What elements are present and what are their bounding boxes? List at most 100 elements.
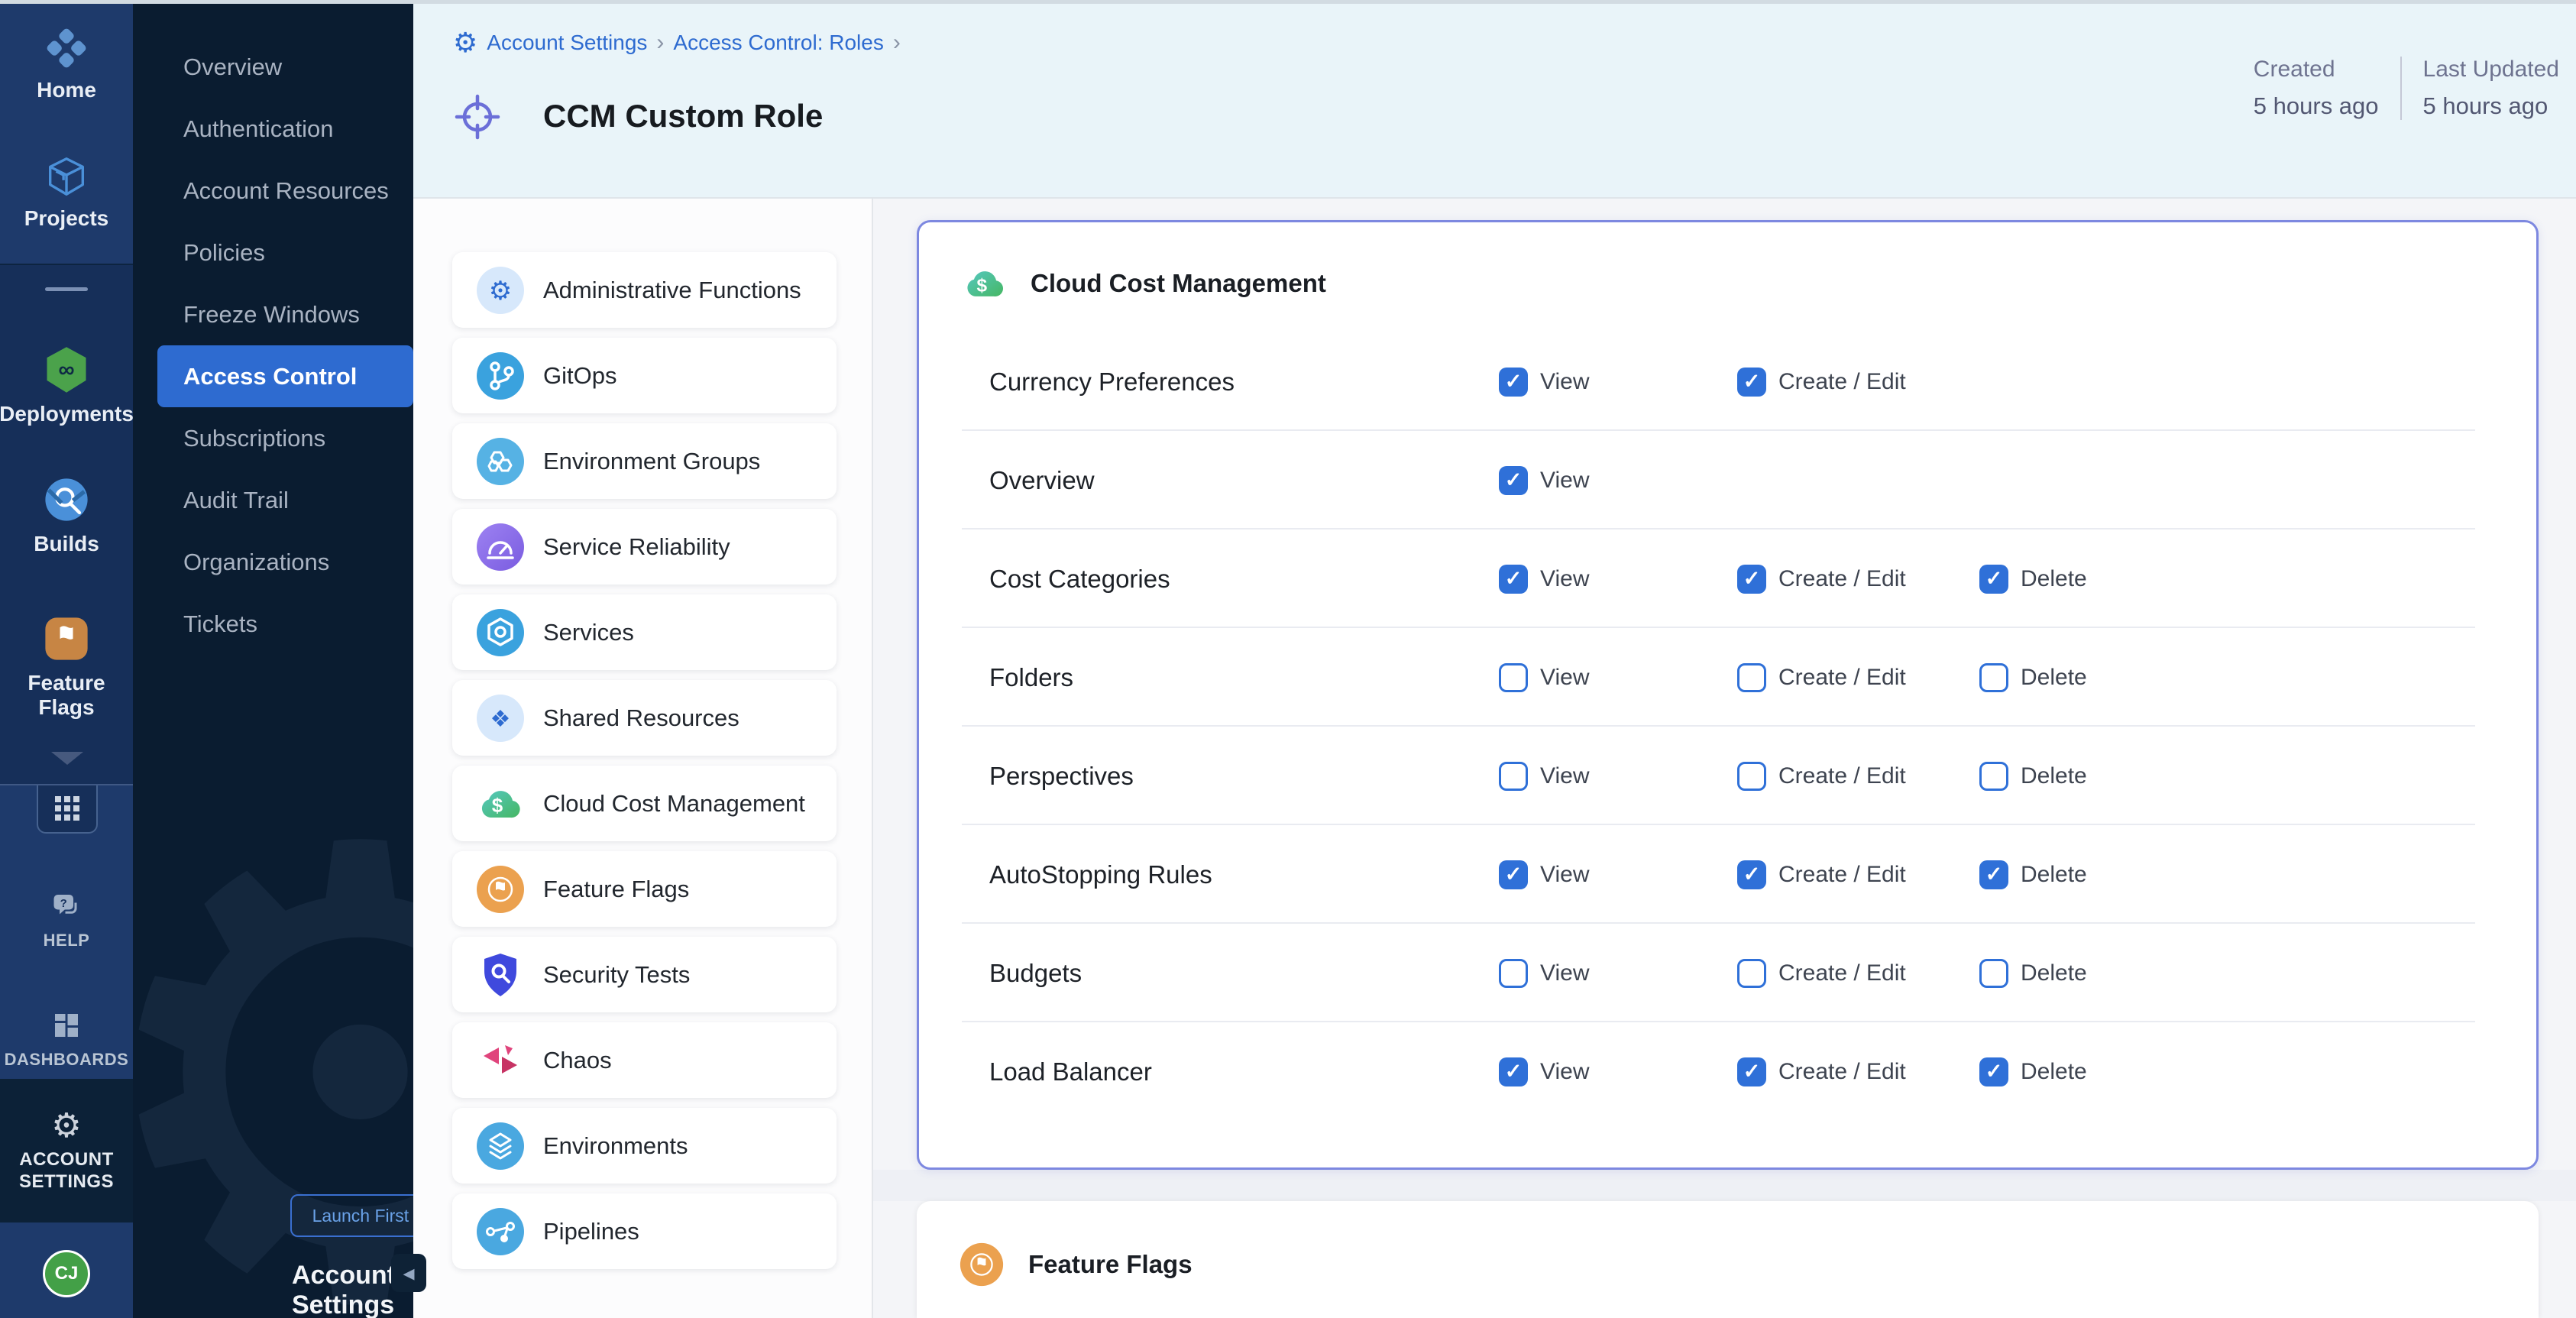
permissions-panel-feature-flags[interactable]: Feature Flags bbox=[917, 1201, 2539, 1318]
sidebar-item-account-resources[interactable]: Account Resources bbox=[157, 160, 413, 222]
rail-item-deployments[interactable]: ∞ Deployments bbox=[0, 344, 133, 426]
checkbox-unchecked[interactable] bbox=[1737, 762, 1766, 791]
module-card-environment-groups[interactable]: Environment Groups bbox=[452, 423, 837, 499]
rail-item-account-settings[interactable]: ⚙ ACCOUNT SETTINGS bbox=[0, 1079, 133, 1222]
rail-item-feature-flags[interactable]: Feature Flags bbox=[0, 613, 133, 720]
chevron-down-icon[interactable] bbox=[51, 752, 83, 765]
grid-icon bbox=[52, 793, 83, 824]
permission-perspectives-delete[interactable]: Delete bbox=[1979, 762, 2087, 791]
permission-cost-categories-create-edit[interactable]: Create / Edit bbox=[1737, 565, 1906, 594]
permission-autostopping-rules-create-edit[interactable]: Create / Edit bbox=[1737, 860, 1906, 889]
checkbox-checked[interactable] bbox=[1979, 860, 2008, 889]
permission-autostopping-rules-delete[interactable]: Delete bbox=[1979, 860, 2087, 889]
checkbox-checked[interactable] bbox=[1979, 1057, 2008, 1086]
sidebar-item-overview[interactable]: Overview bbox=[157, 36, 413, 98]
resource-label: Cost Categories bbox=[989, 565, 1170, 594]
permission-folders-create-edit[interactable]: Create / Edit bbox=[1737, 663, 1906, 692]
rail-item-home[interactable]: Home bbox=[0, 24, 133, 102]
module-card-label: Chaos bbox=[543, 1047, 612, 1074]
permission-cost-categories-delete[interactable]: Delete bbox=[1979, 565, 2087, 594]
permission-autostopping-rules-view[interactable]: View bbox=[1499, 860, 1589, 889]
collapse-nav-button[interactable]: ◂ bbox=[391, 1254, 426, 1292]
module-card-administrative-functions[interactable]: ⚙ Administrative Functions bbox=[452, 252, 837, 328]
checkbox-unchecked[interactable] bbox=[1979, 959, 2008, 988]
avatar[interactable]: CJ bbox=[43, 1250, 90, 1297]
checkbox-checked[interactable] bbox=[1499, 368, 1528, 397]
sidebar-item-tickets[interactable]: Tickets bbox=[157, 593, 413, 655]
module-card-security-tests[interactable]: Security Tests bbox=[452, 937, 837, 1012]
dashboards-grid-icon bbox=[48, 1007, 85, 1044]
checkbox-unchecked[interactable] bbox=[1979, 762, 2008, 791]
permission-folders-view[interactable]: View bbox=[1499, 663, 1589, 692]
rail-item-help[interactable]: ? HELP bbox=[0, 888, 133, 950]
permission-budgets-create-edit[interactable]: Create / Edit bbox=[1737, 959, 1906, 988]
permission-perspectives-create-edit[interactable]: Create / Edit bbox=[1737, 762, 1906, 791]
breadcrumb-link-account-settings[interactable]: Account Settings bbox=[487, 31, 647, 55]
projects-cube-icon bbox=[43, 153, 90, 200]
checkbox-unchecked[interactable] bbox=[1979, 663, 2008, 692]
permission-row-cost-categories: Cost Categories View Create / Edit Delet… bbox=[919, 529, 2536, 628]
permission-load-balancer-create-edit[interactable]: Create / Edit bbox=[1737, 1057, 1906, 1086]
module-card-service-reliability[interactable]: Service Reliability bbox=[452, 509, 837, 585]
permission-label: Create / Edit bbox=[1778, 566, 1906, 592]
checkbox-unchecked[interactable] bbox=[1499, 762, 1528, 791]
module-card-feature-flags[interactable]: Feature Flags bbox=[452, 851, 837, 927]
module-picker-button[interactable] bbox=[37, 785, 98, 834]
permission-cost-categories-view[interactable]: View bbox=[1499, 565, 1589, 594]
updated-meta: Last Updated 5 hours ago bbox=[2423, 57, 2559, 120]
permission-load-balancer-delete[interactable]: Delete bbox=[1979, 1057, 2087, 1086]
permission-load-balancer-view[interactable]: View bbox=[1499, 1057, 1589, 1086]
checkbox-checked[interactable] bbox=[1737, 368, 1766, 397]
module-card-environments[interactable]: Environments bbox=[452, 1108, 837, 1184]
module-card-label: Security Tests bbox=[543, 961, 690, 989]
permission-currency-preferences-view[interactable]: View bbox=[1499, 368, 1589, 397]
checkbox-unchecked[interactable] bbox=[1499, 959, 1528, 988]
checkbox-unchecked[interactable] bbox=[1499, 663, 1528, 692]
sidebar-item-freeze-windows[interactable]: Freeze Windows bbox=[157, 283, 413, 345]
settings-nav-list: OverviewAuthenticationAccount ResourcesP… bbox=[157, 36, 413, 655]
permission-budgets-delete[interactable]: Delete bbox=[1979, 959, 2087, 988]
rail-item-projects[interactable]: Projects bbox=[0, 153, 133, 231]
permission-perspectives-view[interactable]: View bbox=[1499, 762, 1589, 791]
permission-budgets-view[interactable]: View bbox=[1499, 959, 1589, 988]
sidebar-item-access-control[interactable]: Access Control bbox=[157, 345, 413, 407]
checkbox-checked[interactable] bbox=[1499, 1057, 1528, 1086]
module-card-label: Services bbox=[543, 619, 634, 646]
module-card-cloud-cost-management[interactable]: $ Cloud Cost Management bbox=[452, 766, 837, 841]
sidebar-item-subscriptions[interactable]: Subscriptions bbox=[157, 407, 413, 469]
svg-text:⚙: ⚙ bbox=[489, 277, 512, 306]
module-card-services[interactable]: Services bbox=[452, 594, 837, 670]
sidebar-item-authentication[interactable]: Authentication bbox=[157, 98, 413, 160]
rail-drag-handle[interactable] bbox=[45, 287, 88, 291]
rail-item-dashboards[interactable]: DASHBOARDS bbox=[0, 1007, 133, 1070]
checkbox-checked[interactable] bbox=[1737, 1057, 1766, 1086]
module-card-gitops[interactable]: GitOps bbox=[452, 338, 837, 413]
permission-overview-view[interactable]: View bbox=[1499, 466, 1589, 495]
services-icon bbox=[476, 608, 525, 657]
permission-label: Delete bbox=[2021, 566, 2087, 592]
permission-folders-delete[interactable]: Delete bbox=[1979, 663, 2087, 692]
sidebar-item-policies[interactable]: Policies bbox=[157, 222, 413, 283]
launch-first-generation-button[interactable]: Launch First Generation bbox=[290, 1194, 413, 1237]
permission-currency-preferences-create-edit[interactable]: Create / Edit bbox=[1737, 368, 1906, 397]
permission-label: Create / Edit bbox=[1778, 1059, 1906, 1085]
checkbox-checked[interactable] bbox=[1499, 860, 1528, 889]
breadcrumb-link-access-control-roles[interactable]: Access Control: Roles bbox=[673, 31, 883, 55]
permission-label: View bbox=[1540, 369, 1589, 395]
cloud-cost-management-icon: $ bbox=[962, 261, 1008, 306]
top-hairline bbox=[0, 0, 2576, 4]
module-card-list: ⚙ Administrative Functions GitOps Enviro… bbox=[452, 252, 837, 1269]
rail-item-builds[interactable]: Builds bbox=[0, 474, 133, 556]
checkbox-unchecked[interactable] bbox=[1737, 959, 1766, 988]
module-card-chaos[interactable]: Chaos bbox=[452, 1022, 837, 1098]
module-card-shared-resources[interactable]: ❖ Shared Resources bbox=[452, 680, 837, 756]
checkbox-checked[interactable] bbox=[1737, 565, 1766, 594]
checkbox-checked[interactable] bbox=[1979, 565, 2008, 594]
checkbox-checked[interactable] bbox=[1499, 466, 1528, 495]
module-card-pipelines[interactable]: Pipelines bbox=[452, 1193, 837, 1269]
checkbox-checked[interactable] bbox=[1737, 860, 1766, 889]
checkbox-checked[interactable] bbox=[1499, 565, 1528, 594]
sidebar-item-audit-trail[interactable]: Audit Trail bbox=[157, 469, 413, 531]
sidebar-item-organizations[interactable]: Organizations bbox=[157, 531, 413, 593]
checkbox-unchecked[interactable] bbox=[1737, 663, 1766, 692]
